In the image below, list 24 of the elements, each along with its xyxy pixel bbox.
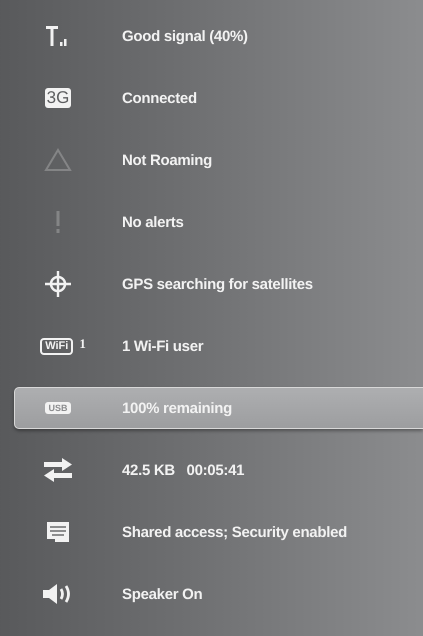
status-text: 1 Wi-Fi user [122, 338, 204, 354]
battery-icon: USB [45, 402, 70, 414]
network-type-icon: 3G [44, 88, 72, 108]
status-row[interactable]: 42.5 KB 00:05:41 [14, 449, 423, 491]
wifi-icon: WiFi [40, 338, 74, 354]
status-text: Speaker On [122, 586, 202, 602]
status-row[interactable]: 3G Connected [14, 77, 423, 119]
status-text: Not Roaming [122, 152, 212, 168]
status-text: GPS searching for satellites [122, 276, 313, 292]
status-row[interactable]: GPS searching for satellites [14, 263, 423, 305]
status-row[interactable]: Good signal (40%) [14, 15, 423, 57]
status-row[interactable]: No alerts [14, 201, 423, 243]
status-text: 42.5 KB 00:05:41 [122, 462, 244, 478]
status-text: No alerts [122, 214, 184, 230]
status-row[interactable]: Speaker On [14, 573, 423, 615]
status-row-highlighted[interactable]: USB 100% remaining [14, 387, 423, 429]
status-text: Good signal (40%) [122, 28, 248, 44]
status-row[interactable]: Shared access; Security enabled [14, 511, 423, 553]
status-text: Shared access; Security enabled [122, 524, 347, 540]
status-text: Connected [122, 90, 197, 106]
status-row[interactable]: WiFi 1 1 Wi-Fi user [14, 325, 423, 367]
status-text: 100% remaining [122, 400, 232, 416]
status-row[interactable]: Not Roaming [14, 139, 423, 181]
user-count-label: 1 [79, 338, 86, 350]
